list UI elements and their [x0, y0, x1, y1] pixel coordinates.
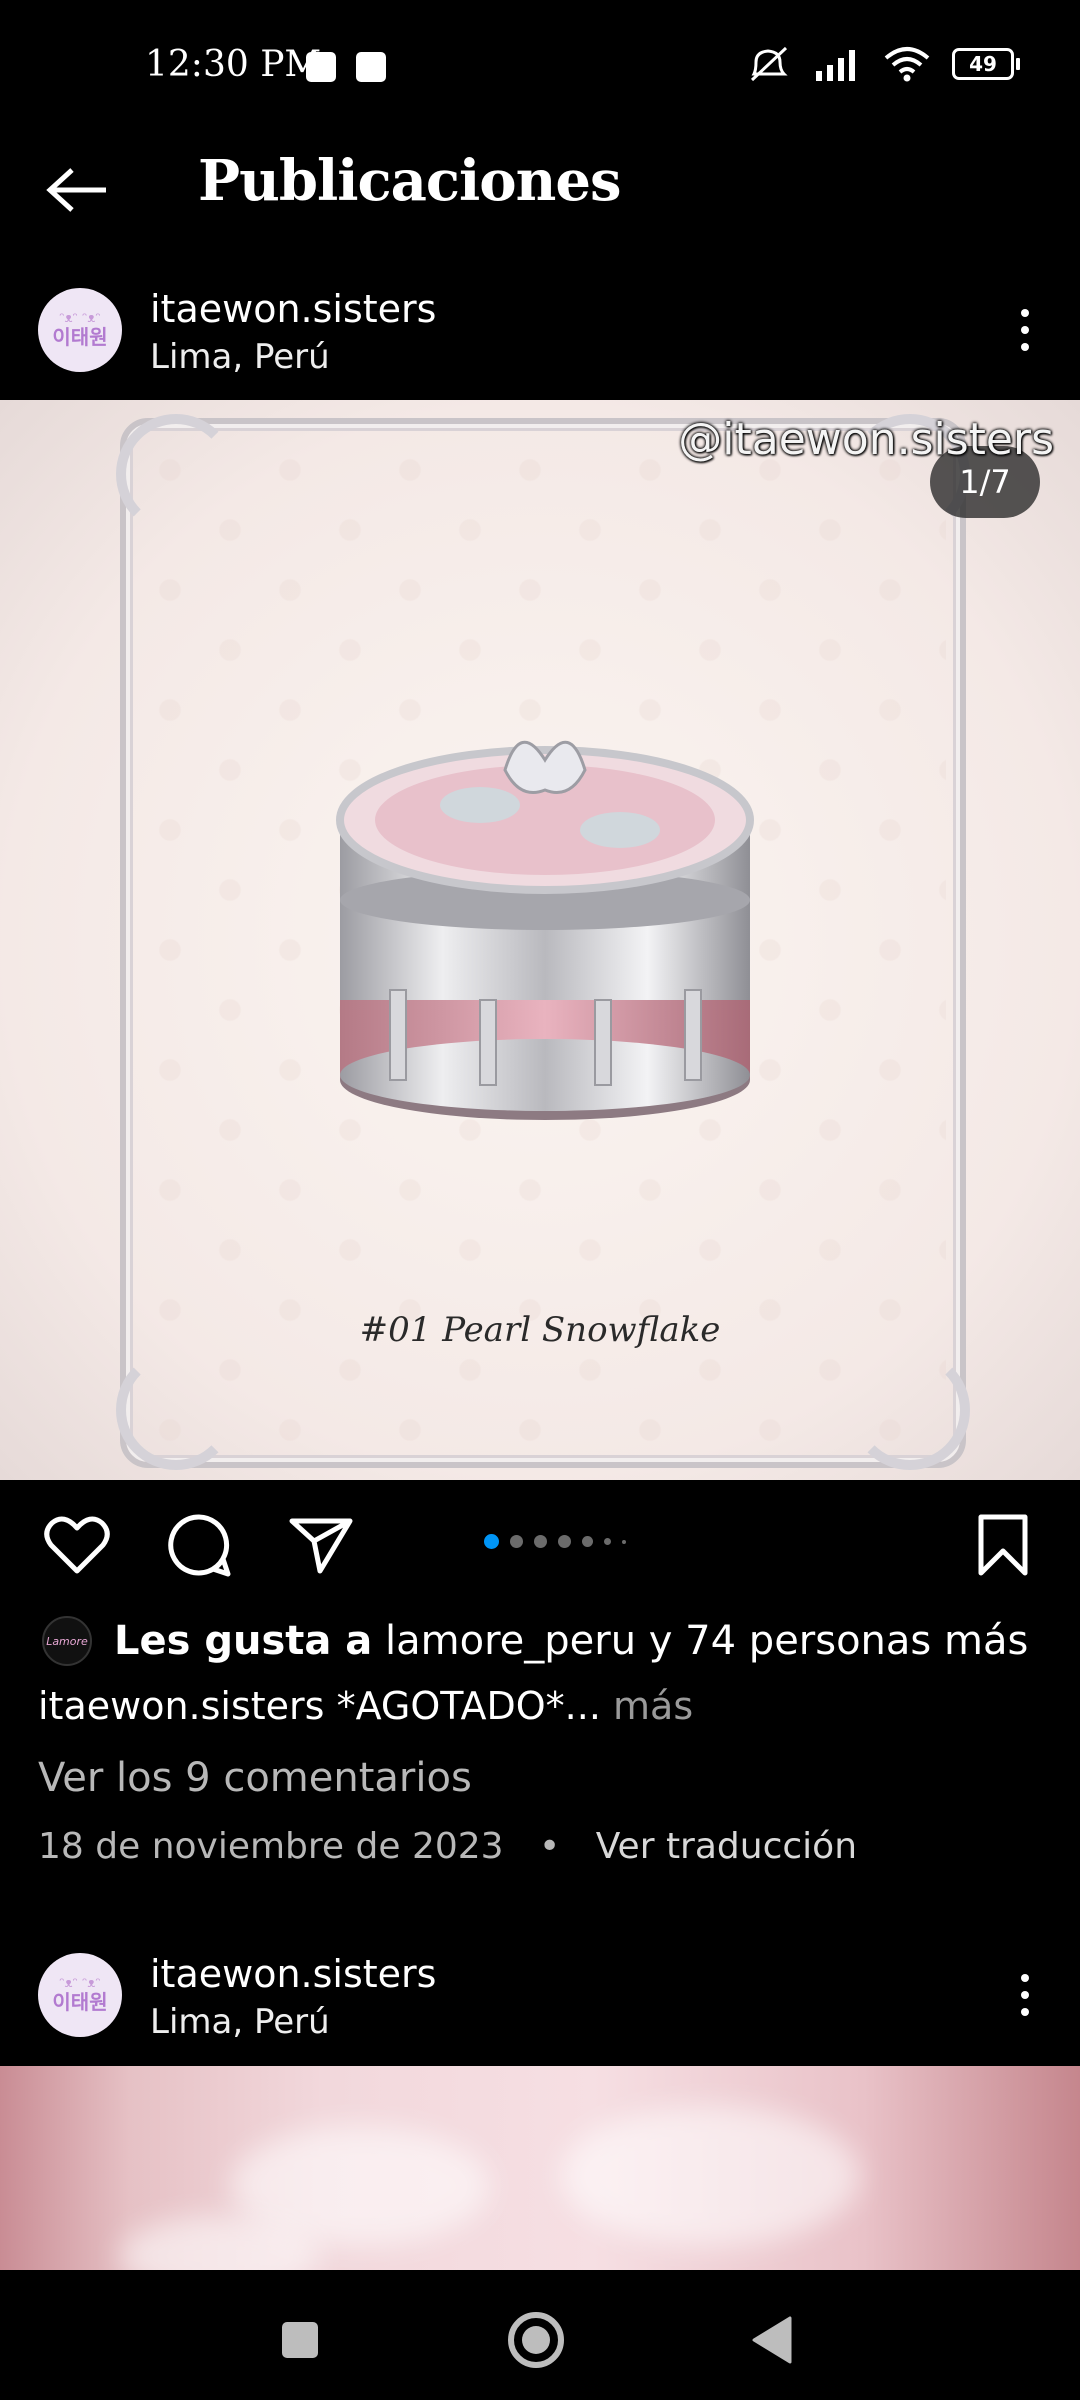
liker-avatar[interactable]: Lamore [42, 1616, 92, 1666]
next-post-header: ᵔᴥᵔ ᵔᴥᵔ 이태원 itaewon.sisters Lima, Perú [0, 1930, 1080, 2060]
more-dot-icon [1021, 343, 1029, 351]
post-image[interactable]: #01 Pearl Snowflake 1/7 @itaewon.sisters [0, 400, 1080, 1480]
more-dot-icon [1021, 2008, 1029, 2016]
separator-dot: • [539, 1826, 561, 1867]
system-nav-bar [0, 2270, 1080, 2400]
back-button[interactable] [38, 150, 118, 230]
watermark-text: @itaewon.sisters [678, 414, 1054, 465]
carousel-indicator [484, 1534, 626, 1549]
carousel-dot [582, 1536, 593, 1547]
bunny-icon: ᵔᴥᵔ ᵔᴥᵔ [59, 1976, 101, 1991]
signal-icon [816, 50, 855, 81]
post-caption[interactable]: itaewon.sisters *AGOTADO*... más [38, 1684, 693, 1728]
back-nav-button[interactable] [732, 2300, 812, 2380]
liker-username[interactable]: lamore_peru [385, 1618, 636, 1664]
carousel-dot [534, 1535, 547, 1548]
more-dot-icon [1021, 1991, 1029, 1999]
circle-home-icon [508, 2312, 564, 2368]
likes-prefix: Les gusta a [114, 1618, 373, 1664]
app-header: Publicaciones [0, 130, 1080, 240]
heart-icon [44, 1516, 110, 1574]
translate-link[interactable]: Ver traducción [596, 1826, 857, 1867]
like-button[interactable] [42, 1510, 112, 1580]
share-button[interactable] [286, 1510, 356, 1580]
more-dot-icon [1021, 1974, 1029, 1982]
post-username[interactable]: itaewon.sisters [150, 1952, 436, 1996]
more-options-button[interactable] [1000, 295, 1050, 365]
avatar[interactable]: ᵔᴥᵔ ᵔᴥᵔ 이태원 [38, 1953, 122, 2037]
more-dot-icon [1021, 309, 1029, 317]
post-action-bar [0, 1480, 1080, 1600]
view-comments-link[interactable]: Ver los 9 comentarios [38, 1755, 472, 1801]
product-caption: #01 Pearl Snowflake [359, 1310, 721, 1350]
battery-level: 49 [969, 52, 997, 76]
triangle-back-icon [752, 2316, 792, 2364]
next-post-image[interactable] [0, 2066, 1080, 2270]
comment-button[interactable] [164, 1510, 234, 1580]
frame-corner-ornament [116, 414, 236, 534]
blur-highlight [560, 2106, 860, 2246]
likes-summary[interactable]: Lamore Les gusta a lamore_peru y 74 pers… [42, 1612, 1052, 1670]
page-title: Publicaciones [198, 148, 622, 214]
battery-icon: 49 [952, 48, 1020, 80]
post-username[interactable]: itaewon.sisters [150, 287, 436, 331]
avatar-logo-text: 이태원 [52, 1990, 108, 2014]
avatar[interactable]: ᵔᴥᵔ ᵔᴥᵔ 이태원 [38, 288, 122, 372]
carousel-dot [622, 1539, 626, 1544]
post-date-row: 18 de noviembre de 2023 • Ver traducción [38, 1826, 857, 1867]
save-button[interactable] [968, 1510, 1038, 1580]
likes-suffix: y 74 personas más [648, 1618, 1029, 1664]
more-dot-icon [1021, 326, 1029, 334]
notification-square-icon [356, 52, 386, 82]
caption-username[interactable]: itaewon.sisters [38, 1684, 324, 1728]
carousel-dot-active [484, 1534, 499, 1549]
carousel-dot [558, 1535, 571, 1548]
frame-corner-ornament [850, 1350, 970, 1470]
recents-button[interactable] [260, 2300, 340, 2380]
bunny-icon: ᵔᴥᵔ ᵔᴥᵔ [59, 311, 101, 326]
wifi-icon [884, 47, 930, 82]
likes-text: Les gusta a lamore_peru y 74 personas má… [114, 1618, 1028, 1664]
bookmark-icon [978, 1514, 1028, 1576]
notification-square-icon [306, 52, 336, 82]
square-recents-icon [282, 2322, 318, 2358]
comment-bubble-icon [168, 1514, 231, 1577]
post-location[interactable]: Lima, Perú [150, 2002, 330, 2042]
carousel-dot [510, 1535, 523, 1548]
back-arrow-icon [46, 168, 106, 212]
post-location[interactable]: Lima, Perú [150, 337, 330, 377]
home-button[interactable] [496, 2300, 576, 2380]
mute-icon [750, 46, 788, 82]
status-bar: 12:30 PM 49 [0, 0, 1080, 130]
frame-corner-ornament [116, 1350, 236, 1470]
avatar-logo-text: 이태원 [52, 325, 108, 349]
status-icons: 49 [746, 44, 1020, 84]
post-header: ᵔᴥᵔ ᵔᴥᵔ 이태원 itaewon.sisters Lima, Perú [0, 265, 1080, 395]
more-options-button[interactable] [1000, 1960, 1050, 2030]
post-date: 18 de noviembre de 2023 [38, 1826, 504, 1867]
product-jar-image [336, 740, 754, 1120]
caption-more-link[interactable]: más [613, 1684, 693, 1728]
status-time: 12:30 PM [145, 44, 322, 85]
carousel-dot [604, 1538, 611, 1545]
send-paper-plane-icon [289, 1518, 353, 1574]
caption-text: *AGOTADO*... [336, 1684, 601, 1728]
